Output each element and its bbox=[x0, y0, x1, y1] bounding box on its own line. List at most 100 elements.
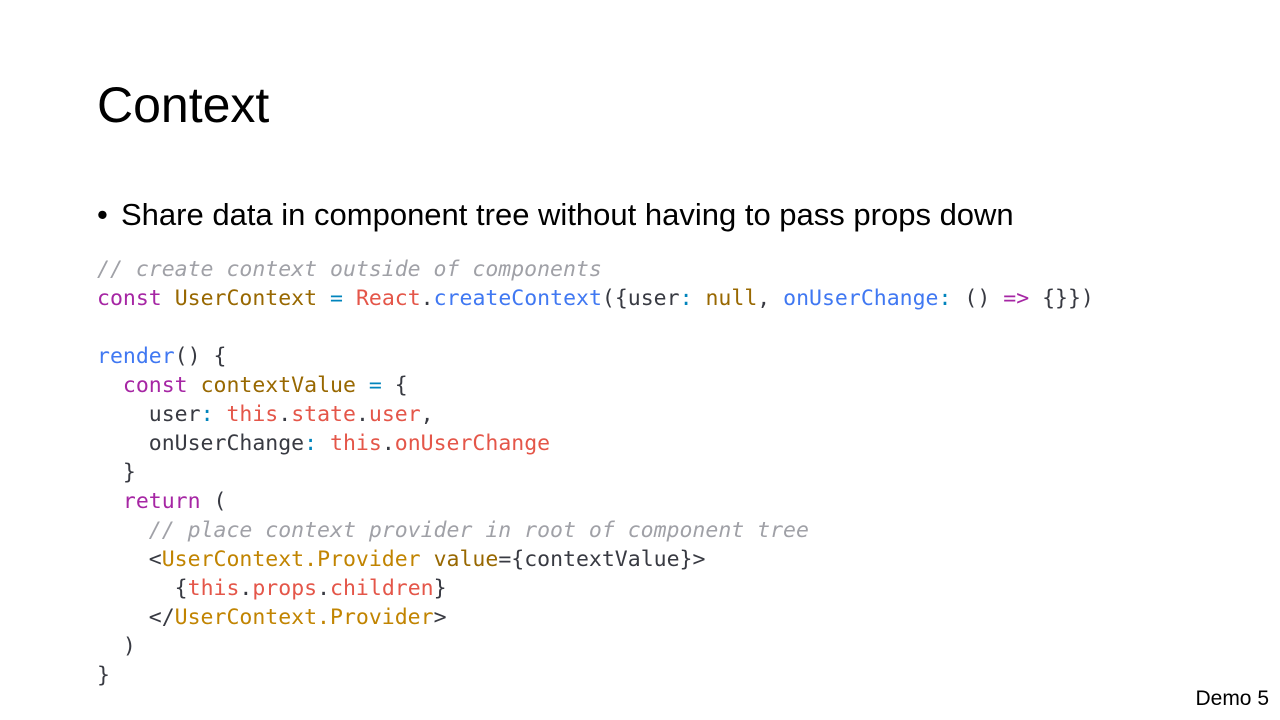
code-token-punct: </ bbox=[148, 605, 175, 630]
code-token-operator: : bbox=[200, 402, 214, 427]
code-token-operator: : bbox=[304, 431, 318, 456]
code-token-object: this bbox=[187, 576, 240, 601]
code-token-operator: = bbox=[368, 373, 382, 398]
code-token-tag: UserContext.Provider bbox=[161, 547, 421, 572]
code-token-punct: , bbox=[757, 286, 784, 311]
code-line: </UserContext.Provider> bbox=[97, 603, 1094, 632]
code-token-object: user bbox=[368, 402, 421, 427]
code-line: <UserContext.Provider value={contextValu… bbox=[97, 545, 1094, 574]
code-token-comment: // place context provider in root of com… bbox=[148, 518, 809, 543]
slide-title: Context bbox=[97, 77, 270, 133]
code-token-classname: contextValue bbox=[200, 373, 356, 398]
code-line: ) bbox=[97, 632, 1094, 661]
code-line: } bbox=[97, 661, 1094, 690]
code-token-punct: ) bbox=[122, 634, 136, 659]
code-token-prop: user bbox=[627, 286, 680, 311]
code-line: return ( bbox=[97, 487, 1094, 516]
code-token-operator: = bbox=[330, 286, 343, 311]
code-token-punct: () bbox=[964, 286, 1004, 311]
code-token-prop: onUserChange bbox=[148, 431, 305, 456]
code-token-punct: { bbox=[174, 576, 188, 601]
code-token-punct: ( bbox=[213, 489, 227, 514]
code-block: // create context outside of components c… bbox=[97, 255, 1094, 690]
code-token-object: children bbox=[330, 576, 434, 601]
code-line: // place context provider in root of com… bbox=[97, 516, 1094, 545]
code-token-object: this bbox=[226, 402, 279, 427]
code-token-punct: } bbox=[433, 576, 447, 601]
code-token-object: this bbox=[330, 431, 382, 456]
code-token-keyword: return bbox=[122, 489, 201, 514]
code-token-punct: , bbox=[420, 402, 434, 427]
code-token-object: React bbox=[355, 286, 421, 311]
code-token-object: onUserChange bbox=[394, 431, 551, 456]
code-token-null: null bbox=[705, 286, 758, 311]
code-token-keyword: const bbox=[97, 286, 162, 311]
code-token-punct: . bbox=[420, 286, 434, 311]
code-token-comment: // create context outside of components bbox=[97, 257, 602, 282]
code-token-punct: . bbox=[317, 576, 331, 601]
code-token-classname: UserContext bbox=[174, 286, 318, 311]
code-token-punct: () { bbox=[174, 344, 227, 369]
bullet-item: • Share data in component tree without ha… bbox=[97, 193, 1014, 237]
code-token-object: state bbox=[291, 402, 356, 427]
code-token-punct: > bbox=[433, 605, 447, 630]
code-token-punct: . bbox=[278, 402, 292, 427]
code-line: const contextValue = { bbox=[97, 371, 1094, 400]
code-token-punct: } bbox=[122, 460, 136, 485]
code-token-keyword: => bbox=[1003, 286, 1030, 311]
code-line: onUserChange: this.onUserChange bbox=[97, 429, 1094, 458]
slide-footer-label: Demo 5 bbox=[1195, 687, 1269, 710]
code-line: {this.props.children} bbox=[97, 574, 1094, 603]
code-token-attr: value bbox=[433, 547, 499, 572]
code-token-punct: ={contextValue}> bbox=[498, 547, 706, 572]
code-line: user: this.state.user, bbox=[97, 400, 1094, 429]
code-line: render() { bbox=[97, 342, 1094, 371]
code-token-punct: } bbox=[97, 663, 110, 688]
code-token-prop: user bbox=[148, 402, 201, 427]
code-token-punct: . bbox=[239, 576, 253, 601]
bullet-text: Share data in component tree without hav… bbox=[121, 197, 1014, 232]
code-token-func: createContext bbox=[433, 286, 602, 311]
code-token-operator: : bbox=[938, 286, 952, 311]
code-token-tag: UserContext.Provider bbox=[174, 605, 434, 630]
code-token-keyword: const bbox=[122, 373, 188, 398]
code-token-func: onUserChange bbox=[783, 286, 939, 311]
code-token-punct: . bbox=[355, 402, 369, 427]
code-token-punct: . bbox=[381, 431, 395, 456]
code-token-punct: { bbox=[394, 373, 408, 398]
bullet-dot-icon: • bbox=[97, 197, 108, 232]
code-line: const UserContext = React.createContext(… bbox=[97, 284, 1094, 313]
code-token-func: render bbox=[97, 344, 175, 369]
code-token-punct: < bbox=[148, 547, 162, 572]
code-line: // create context outside of components bbox=[97, 255, 1094, 284]
code-token-object: props bbox=[252, 576, 318, 601]
code-token-punct: ({ bbox=[601, 286, 628, 311]
code-line: } bbox=[97, 458, 1094, 487]
code-token-punct: {}}) bbox=[1042, 286, 1094, 311]
code-token-operator: : bbox=[679, 286, 693, 311]
